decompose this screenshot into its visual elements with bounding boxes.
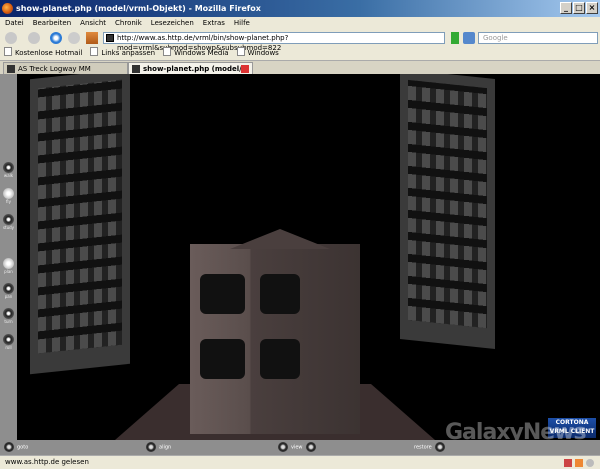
- pan-icon[interactable]: [3, 283, 14, 294]
- restore-icon: [434, 442, 445, 452]
- pan-label: pan: [4, 294, 13, 299]
- home-icon[interactable]: [86, 32, 98, 44]
- roll-icon[interactable]: [3, 334, 14, 345]
- restore-button[interactable]: restore: [414, 442, 448, 454]
- go-icon[interactable]: [451, 32, 459, 44]
- search-input[interactable]: Google: [478, 32, 598, 44]
- menu-extras[interactable]: Extras: [203, 17, 225, 30]
- align-icon: [146, 442, 156, 452]
- back-icon[interactable]: [5, 32, 17, 44]
- maximize-button[interactable]: □: [573, 2, 585, 14]
- bookmark-windows-media[interactable]: Windows Media: [163, 46, 229, 60]
- status-icon-1[interactable]: [564, 459, 572, 467]
- walk-label: walk: [3, 173, 14, 178]
- prev-view-icon[interactable]: [278, 442, 288, 452]
- menu-hilfe[interactable]: Hilfe: [234, 17, 250, 30]
- url-input[interactable]: http://www.as.http.de/vrml/bin/show-plan…: [103, 32, 445, 52]
- left-tower: [30, 74, 130, 375]
- minimize-button[interactable]: _: [560, 2, 572, 14]
- status-bar: www.as.http.de gelesen: [0, 455, 600, 469]
- forward-icon[interactable]: [28, 32, 40, 44]
- goto-icon: [4, 442, 14, 452]
- right-tower: [400, 74, 495, 349]
- status-text: www.as.http.de gelesen: [5, 458, 89, 466]
- tab-close-icon[interactable]: [241, 65, 249, 73]
- menu-bar: Datei Bearbeiten Ansicht Chronik Lesezei…: [0, 17, 600, 30]
- site-icon: [106, 34, 114, 42]
- vrml-viewport[interactable]: walk fly study plan pan turn roll: [0, 74, 600, 440]
- study-icon[interactable]: [3, 214, 14, 225]
- status-icon-2[interactable]: [575, 459, 583, 467]
- search-engine-icon[interactable]: [463, 32, 475, 44]
- menu-datei[interactable]: Datei: [5, 17, 24, 30]
- tab-label: show-planet.php (model/...: [143, 65, 250, 73]
- center-pavilion: [190, 244, 360, 434]
- fly-label: fly: [6, 199, 11, 204]
- cortona-nav-bar: walk fly study plan pan turn roll: [0, 74, 17, 440]
- menu-ansicht[interactable]: Ansicht: [80, 17, 106, 30]
- close-button[interactable]: ×: [586, 2, 598, 14]
- turn-icon[interactable]: [3, 308, 14, 319]
- align-button[interactable]: align: [146, 442, 171, 454]
- menu-bearbeiten[interactable]: Bearbeiten: [33, 17, 71, 30]
- bookmark-hotmail[interactable]: Kostenlose Hotmail: [4, 46, 82, 60]
- next-view-icon[interactable]: [305, 442, 316, 452]
- bookmark-links[interactable]: Links anpassen: [90, 46, 155, 60]
- walk-icon[interactable]: [3, 162, 14, 173]
- stop-icon[interactable]: [68, 32, 80, 44]
- fly-icon[interactable]: [3, 188, 14, 199]
- bookmarks-bar: Kostenlose Hotmail Links anpassen Window…: [0, 46, 600, 60]
- navigation-toolbar: http://www.as.http.de/vrml/bin/show-plan…: [0, 30, 600, 52]
- status-icon-3[interactable]: [586, 459, 594, 467]
- view-button[interactable]: view: [278, 442, 319, 454]
- study-label: study: [2, 225, 15, 230]
- bookmark-windows[interactable]: Windows: [237, 46, 279, 60]
- menu-chronik[interactable]: Chronik: [115, 17, 142, 30]
- firefox-icon: [2, 3, 13, 14]
- tab-bar: AS Treck Logway MM show-planet.php (mode…: [0, 60, 600, 75]
- tab-label: AS Treck Logway MM: [18, 65, 91, 73]
- reload-icon[interactable]: [50, 32, 62, 44]
- tab-icon: [7, 65, 15, 73]
- window-title: show-planet.php (model/vrml-Objekt) - Mo…: [16, 4, 261, 13]
- plan-label: plan: [4, 269, 13, 274]
- turn-label: turn: [4, 319, 13, 324]
- plan-icon[interactable]: [3, 258, 14, 269]
- pavilion-roof: [230, 229, 330, 249]
- tab-icon: [132, 65, 140, 73]
- goto-button[interactable]: goto: [4, 442, 28, 454]
- cortona-toolbar: goto align view restore: [0, 440, 600, 455]
- title-bar: show-planet.php (model/vrml-Objekt) - Mo…: [0, 0, 600, 17]
- roll-label: roll: [5, 345, 12, 350]
- menu-lesezeichen[interactable]: Lesezeichen: [151, 17, 194, 30]
